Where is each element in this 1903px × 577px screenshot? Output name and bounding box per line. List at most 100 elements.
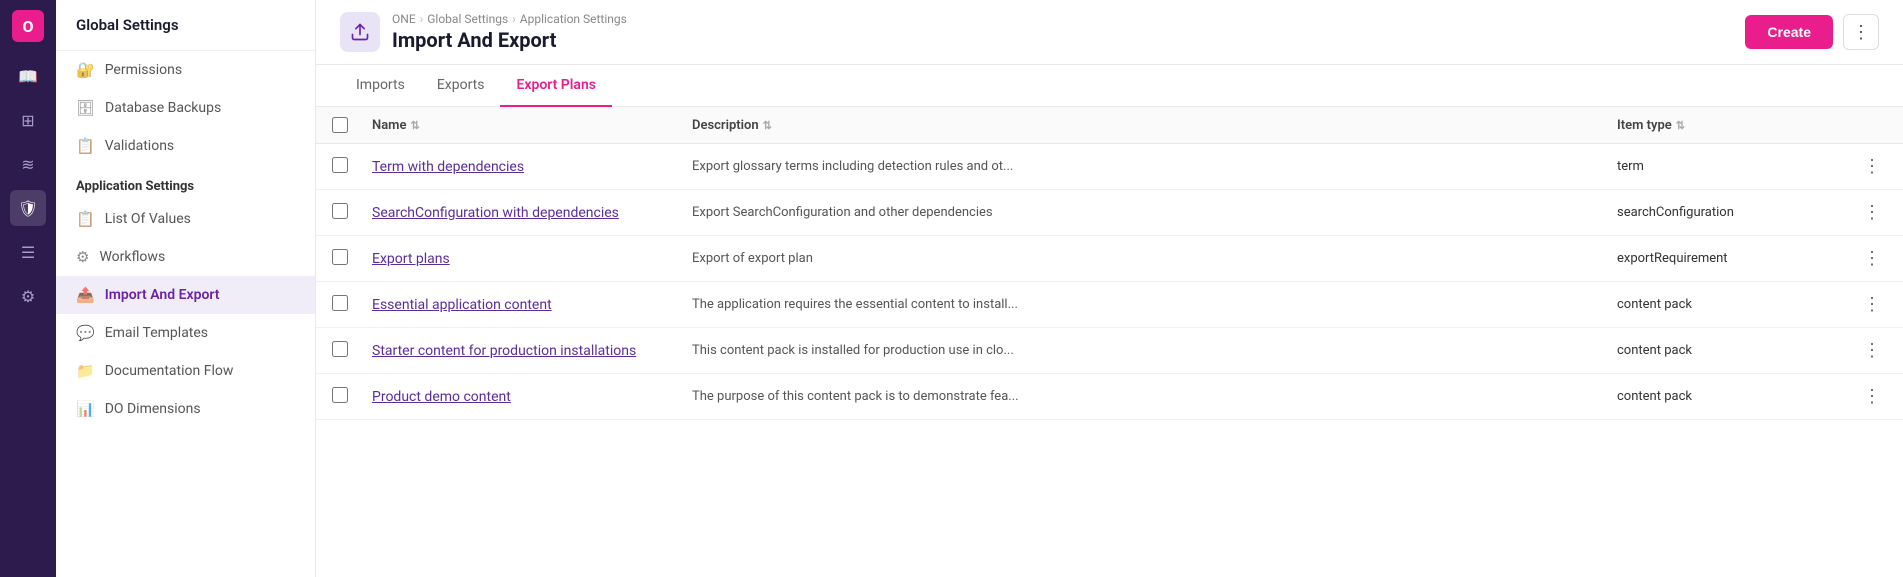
- row-actions: ⋮: [1837, 200, 1887, 225]
- row-actions: ⋮: [1837, 246, 1887, 271]
- row-name[interactable]: Product demo content: [372, 389, 692, 405]
- sidebar-item-list-of-values[interactable]: 📋 List Of Values: [56, 200, 315, 238]
- row-description: This content pack is installed for produ…: [692, 343, 1617, 358]
- more-options-button[interactable]: ⋮: [1843, 14, 1879, 50]
- main-content: ONE › Global Settings › Application Sett…: [316, 0, 1903, 577]
- nav-book-icon[interactable]: 📖: [10, 58, 46, 94]
- row-name[interactable]: Essential application content: [372, 297, 692, 313]
- table-row: SearchConfiguration with dependencies Ex…: [316, 190, 1903, 236]
- sidebar-item-label: Email Templates: [105, 325, 208, 341]
- sidebar-item-permissions[interactable]: 🔐 Permissions: [56, 51, 315, 89]
- header-right: Create ⋮: [1745, 14, 1879, 50]
- item-type-sort-icon[interactable]: ⇅: [1676, 119, 1685, 132]
- row-name[interactable]: Term with dependencies: [372, 159, 692, 175]
- workflows-icon: ⚙: [76, 248, 89, 266]
- header-left: ONE › Global Settings › Application Sett…: [340, 12, 627, 52]
- breadcrumb-sep1: ›: [420, 12, 424, 26]
- upload-icon: [350, 22, 370, 42]
- row-actions: ⋮: [1837, 154, 1887, 179]
- permissions-icon: 🔐: [76, 61, 95, 79]
- breadcrumb-global: Global Settings: [427, 12, 508, 26]
- row-item-type: exportRequirement: [1617, 251, 1837, 266]
- row-description: Export SearchConfiguration and other dep…: [692, 205, 1617, 220]
- import-export-icon: 📤: [76, 286, 95, 304]
- sidebar-item-documentation-flow[interactable]: 📁 Documentation Flow: [56, 352, 315, 390]
- sidebar-header: Global Settings: [56, 0, 315, 51]
- tab-exports[interactable]: Exports: [421, 65, 501, 107]
- nav-settings-icon[interactable]: ⚙: [10, 278, 46, 314]
- row-item-type: content pack: [1617, 389, 1837, 404]
- row-item-type: term: [1617, 159, 1837, 174]
- sidebar-item-label: Validations: [105, 138, 174, 154]
- row-item-type: content pack: [1617, 343, 1837, 358]
- table-row: Starter content for production installat…: [316, 328, 1903, 374]
- row-checkbox[interactable]: [332, 341, 348, 357]
- row-more-button[interactable]: ⋮: [1857, 292, 1887, 317]
- sidebar-item-label: Documentation Flow: [105, 363, 234, 379]
- row-description: The purpose of this content pack is to d…: [692, 389, 1617, 404]
- row-more-button[interactable]: ⋮: [1857, 200, 1887, 225]
- row-name[interactable]: Export plans: [372, 251, 692, 267]
- docs-icon: 📁: [76, 362, 95, 380]
- sidebar-item-validations[interactable]: 📋 Validations: [56, 127, 315, 165]
- dimensions-icon: 📊: [76, 400, 95, 418]
- row-more-button[interactable]: ⋮: [1857, 246, 1887, 271]
- row-description: Export of export plan: [692, 251, 1617, 266]
- breadcrumb-sep2: ›: [512, 12, 516, 26]
- row-checkbox[interactable]: [332, 295, 348, 311]
- sidebar-item-label: Permissions: [105, 62, 182, 78]
- sidebar-section-label: Application Settings: [56, 165, 315, 200]
- row-checkbox-cell: [332, 203, 372, 223]
- sidebar-item-label: DO Dimensions: [105, 401, 201, 417]
- sidebar-item-workflows[interactable]: ⚙ Workflows: [56, 238, 315, 276]
- row-checkbox[interactable]: [332, 387, 348, 403]
- sidebar-item-label: List Of Values: [105, 211, 191, 227]
- email-icon: 💬: [76, 324, 95, 342]
- nav-shield-icon[interactable]: 🛡: [10, 190, 46, 226]
- select-all-checkbox[interactable]: [332, 117, 348, 133]
- page-title: Import And Export: [392, 28, 627, 52]
- description-sort-icon[interactable]: ⇅: [763, 119, 772, 132]
- table-row: Essential application content The applic…: [316, 282, 1903, 328]
- sidebar-item-label: Database Backups: [105, 100, 221, 116]
- name-sort-icon[interactable]: ⇅: [410, 119, 419, 132]
- table-header: Name ⇅ Description ⇅ Item type ⇅: [316, 107, 1903, 144]
- icon-bar: O 📖 ⊞ ≋ 🛡 ☰ ⚙: [0, 0, 56, 577]
- tabs-bar: Imports Exports Export Plans: [316, 65, 1903, 107]
- nav-list-icon[interactable]: ☰: [10, 234, 46, 270]
- validations-icon: 📋: [76, 137, 95, 155]
- row-name[interactable]: SearchConfiguration with dependencies: [372, 205, 692, 221]
- sidebar-item-do-dimensions[interactable]: 📊 DO Dimensions: [56, 390, 315, 428]
- table-row: Term with dependencies Export glossary t…: [316, 144, 1903, 190]
- breadcrumb: ONE › Global Settings › Application Sett…: [392, 12, 627, 26]
- row-checkbox[interactable]: [332, 249, 348, 265]
- header-item-type-label: Item type: [1617, 118, 1672, 133]
- header-description-label: Description: [692, 118, 759, 133]
- row-more-button[interactable]: ⋮: [1857, 384, 1887, 409]
- row-actions: ⋮: [1837, 384, 1887, 409]
- nav-chart-icon[interactable]: ≋: [10, 146, 46, 182]
- top-header: ONE › Global Settings › Application Sett…: [316, 0, 1903, 65]
- sidebar-item-database-backups[interactable]: 🗄 Database Backups: [56, 89, 315, 127]
- row-more-button[interactable]: ⋮: [1857, 338, 1887, 363]
- sidebar-item-email-templates[interactable]: 💬 Email Templates: [56, 314, 315, 352]
- row-checkbox[interactable]: [332, 157, 348, 173]
- header-checkbox-cell: [332, 117, 372, 133]
- row-more-button[interactable]: ⋮: [1857, 154, 1887, 179]
- more-options-icon: ⋮: [1852, 22, 1870, 43]
- header-description: Description ⇅: [692, 117, 1617, 133]
- header-item-type: Item type ⇅: [1617, 117, 1837, 133]
- sidebar-item-import-export[interactable]: 📤 Import And Export: [56, 276, 315, 314]
- nav-grid-icon[interactable]: ⊞: [10, 102, 46, 138]
- tab-export-plans[interactable]: Export Plans: [500, 65, 612, 107]
- create-button[interactable]: Create: [1745, 15, 1833, 49]
- row-name[interactable]: Starter content for production installat…: [372, 343, 692, 359]
- row-actions: ⋮: [1837, 338, 1887, 363]
- app-logo[interactable]: O: [12, 10, 44, 42]
- header-name-label: Name: [372, 118, 406, 133]
- row-checkbox[interactable]: [332, 203, 348, 219]
- tab-imports[interactable]: Imports: [340, 65, 421, 107]
- sidebar-item-label: Import And Export: [105, 287, 220, 303]
- header-actions-cell: [1837, 117, 1887, 133]
- row-description: Export glossary terms including detectio…: [692, 159, 1617, 174]
